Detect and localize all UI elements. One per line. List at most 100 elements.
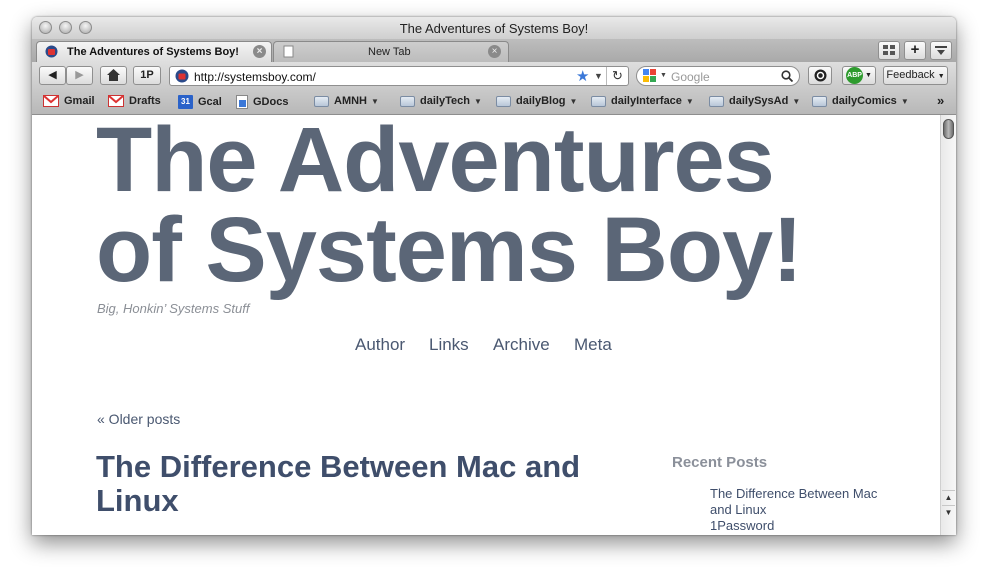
feedback-label: Feedback [886, 69, 935, 81]
folder-icon [709, 95, 724, 107]
post-title-link[interactable]: The Difference Between Mac and Linux [96, 450, 596, 518]
scroll-up-arrow-icon[interactable]: ▲ [942, 490, 955, 505]
google-search-engine-icon[interactable] [643, 69, 659, 83]
scroll-down-arrow-icon[interactable]: ▼ [942, 505, 955, 520]
sync-icon [814, 69, 826, 82]
feedback-button[interactable]: Feedback ▼ [883, 66, 948, 85]
sidebar-heading: Recent Posts [672, 454, 768, 471]
bookmark-label: Gmail [64, 95, 95, 107]
bookmark-gdocs[interactable]: GDocs [236, 95, 288, 111]
bookmark-gcal[interactable]: 31 Gcal [178, 95, 222, 111]
bookmark-label: dailyTech [420, 95, 470, 107]
site-tagline: Big, Honkin’ Systems Stuff [97, 301, 250, 316]
page-content: The Adventures of Systems Boy! Big, Honk… [32, 115, 940, 535]
reload-icon[interactable]: ↻ [612, 68, 623, 84]
url-divider [606, 67, 607, 85]
tab-list-icon [935, 46, 947, 55]
sync-button[interactable] [808, 66, 832, 85]
chevron-down-icon: ▼ [792, 97, 801, 106]
home-icon [107, 69, 120, 81]
bookmark-folder-dailysysad[interactable]: dailySysAd ▼ [709, 95, 800, 111]
bookmark-label: dailyInterface [611, 95, 682, 107]
tab-close-icon[interactable]: × [488, 45, 501, 58]
tab-list-button[interactable] [930, 41, 952, 60]
abp-dropdown-icon: ▼ [865, 72, 872, 79]
bookmark-label: AMNH [334, 95, 367, 107]
calendar-icon: 31 [178, 95, 193, 109]
title-bar: The Adventures of Systems Boy! [32, 17, 956, 40]
plus-icon: + [910, 41, 920, 58]
window-title: The Adventures of Systems Boy! [399, 21, 589, 36]
bookmark-folder-dailycomics[interactable]: dailyComics ▼ [812, 95, 909, 111]
browser-window: The Adventures of Systems Boy! The Adven… [32, 17, 956, 535]
folder-icon [591, 95, 606, 107]
back-button[interactable]: ◀ [39, 66, 66, 85]
bookmarks-toolbar: Gmail Drafts 31 Gcal GDocs AMNH ▼ dailyTec… [32, 90, 956, 115]
bookmark-folder-dailyinterface[interactable]: dailyInterface ▼ [591, 95, 694, 111]
bookmark-drafts[interactable]: Drafts [108, 95, 161, 111]
nav-link-author[interactable]: Author [355, 335, 405, 355]
tab-close-icon[interactable]: × [253, 45, 266, 58]
bookmarks-overflow-button[interactable]: » [937, 93, 944, 109]
gmail-icon [43, 95, 59, 108]
forward-button[interactable]: ▶ [66, 66, 93, 85]
folder-icon [400, 95, 415, 107]
bookmark-label: dailyComics [832, 95, 897, 107]
folder-icon [812, 95, 827, 107]
url-text[interactable]: http://systemsboy.com/ [194, 70, 316, 84]
search-bar[interactable]: ▼ Google [636, 66, 800, 86]
chevron-down-icon: ▼ [900, 97, 909, 106]
nav-link-archive[interactable]: Archive [493, 335, 550, 355]
vertical-scrollbar[interactable]: ▲ ▼ [940, 115, 956, 535]
tab-systemsboy[interactable]: The Adventures of Systems Boy! × [36, 41, 272, 62]
chevron-down-icon: ▼ [371, 97, 379, 106]
recent-post-link[interactable]: The Difference Between Mac and Linux [710, 486, 880, 518]
home-button[interactable] [100, 66, 127, 85]
forward-arrow-icon: ▶ [75, 69, 84, 81]
site-favicon-icon [175, 69, 189, 83]
chevron-down-icon: ▼ [569, 97, 578, 106]
bookmark-label: GDocs [253, 95, 289, 108]
site-title[interactable]: The Adventures of Systems Boy! [96, 115, 856, 296]
bookmark-folder-amnh[interactable]: AMNH ▼ [314, 95, 379, 111]
new-tab-button[interactable]: + [904, 41, 926, 60]
grid-icon [883, 45, 895, 55]
tab-label: New Tab [368, 46, 411, 58]
search-placeholder[interactable]: Google [671, 70, 710, 84]
folder-icon [496, 95, 511, 107]
magnifier-icon[interactable] [781, 70, 793, 82]
bookmark-label: dailySysAd [729, 95, 789, 107]
older-posts-link[interactable]: « Older posts [97, 411, 180, 427]
address-bar[interactable]: http://systemsboy.com/ ★ ▼ ↻ [169, 66, 629, 86]
tab-label: The Adventures of Systems Boy! [67, 46, 239, 58]
bookmark-label: dailyBlog [516, 95, 566, 107]
bookmark-star-icon[interactable]: ★ [576, 67, 589, 85]
chevron-down-icon: ▼ [685, 97, 694, 106]
nav-link-meta[interactable]: Meta [574, 335, 612, 355]
tab-overview-button[interactable] [878, 41, 900, 60]
bookmark-folder-dailyblog[interactable]: dailyBlog ▼ [496, 95, 577, 111]
adblock-plus-icon: ABP [846, 67, 864, 84]
url-history-dropdown-icon[interactable]: ▼ [594, 71, 603, 81]
search-engine-dropdown-icon[interactable]: ▼ [660, 72, 667, 79]
recent-post-link[interactable]: 1Password [710, 518, 880, 534]
bookmark-label: Gcal [198, 95, 222, 108]
site-title-line-1[interactable]: The Adventures [96, 115, 856, 206]
onepassword-button[interactable]: 1P [133, 66, 161, 85]
feedback-dropdown-icon: ▼ [937, 73, 945, 80]
bookmark-gmail[interactable]: Gmail [43, 95, 95, 111]
navigation-toolbar: ◀ ▶ 1P http://systemsboy.com/ ★ ▼ ↻ ▼ Go… [32, 62, 956, 90]
adblock-plus-button[interactable]: ABP ▼ [842, 66, 876, 85]
bookmark-folder-dailytech[interactable]: dailyTech ▼ [400, 95, 482, 111]
nav-link-links[interactable]: Links [429, 335, 469, 355]
tab-new-tab[interactable]: New Tab × [273, 41, 509, 62]
site-title-line-2[interactable]: of Systems Boy! [96, 204, 856, 296]
blank-page-icon [283, 45, 294, 58]
docs-icon [236, 95, 248, 109]
gmail-icon [108, 95, 124, 108]
scrollbar-thumb[interactable] [943, 119, 954, 139]
back-arrow-icon: ◀ [48, 69, 57, 81]
chevron-down-icon: ▼ [473, 97, 482, 106]
tab-strip: The Adventures of Systems Boy! × New Tab… [32, 39, 956, 63]
systemsboy-favicon-icon [45, 45, 58, 58]
